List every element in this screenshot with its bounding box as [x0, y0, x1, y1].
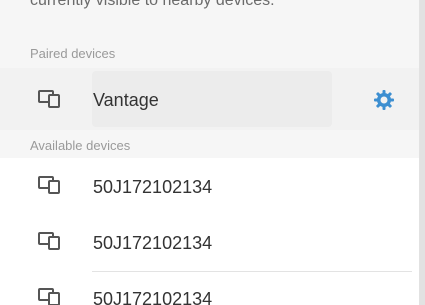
paired-device-name: Vantage	[93, 90, 159, 110]
bluetooth-device-list: currently visible to nearby devices. Pai…	[0, 0, 425, 305]
devices-icon	[38, 232, 60, 250]
devices-icon	[38, 288, 60, 305]
available-device-name[interactable]: 50J172102134	[93, 233, 212, 254]
paired-devices-header: Paired devices	[30, 46, 116, 61]
list-divider	[92, 271, 412, 272]
visibility-note: currently visible to nearby devices.	[30, 0, 275, 9]
devices-icon	[38, 90, 60, 108]
available-device-name[interactable]: 50J172102134	[93, 177, 212, 198]
gear-icon[interactable]	[372, 88, 396, 112]
devices-icon	[38, 176, 60, 194]
available-device-name[interactable]: 50J172102134	[93, 289, 212, 305]
frame-edge	[419, 0, 425, 305]
available-devices-header: Available devices	[30, 138, 131, 153]
